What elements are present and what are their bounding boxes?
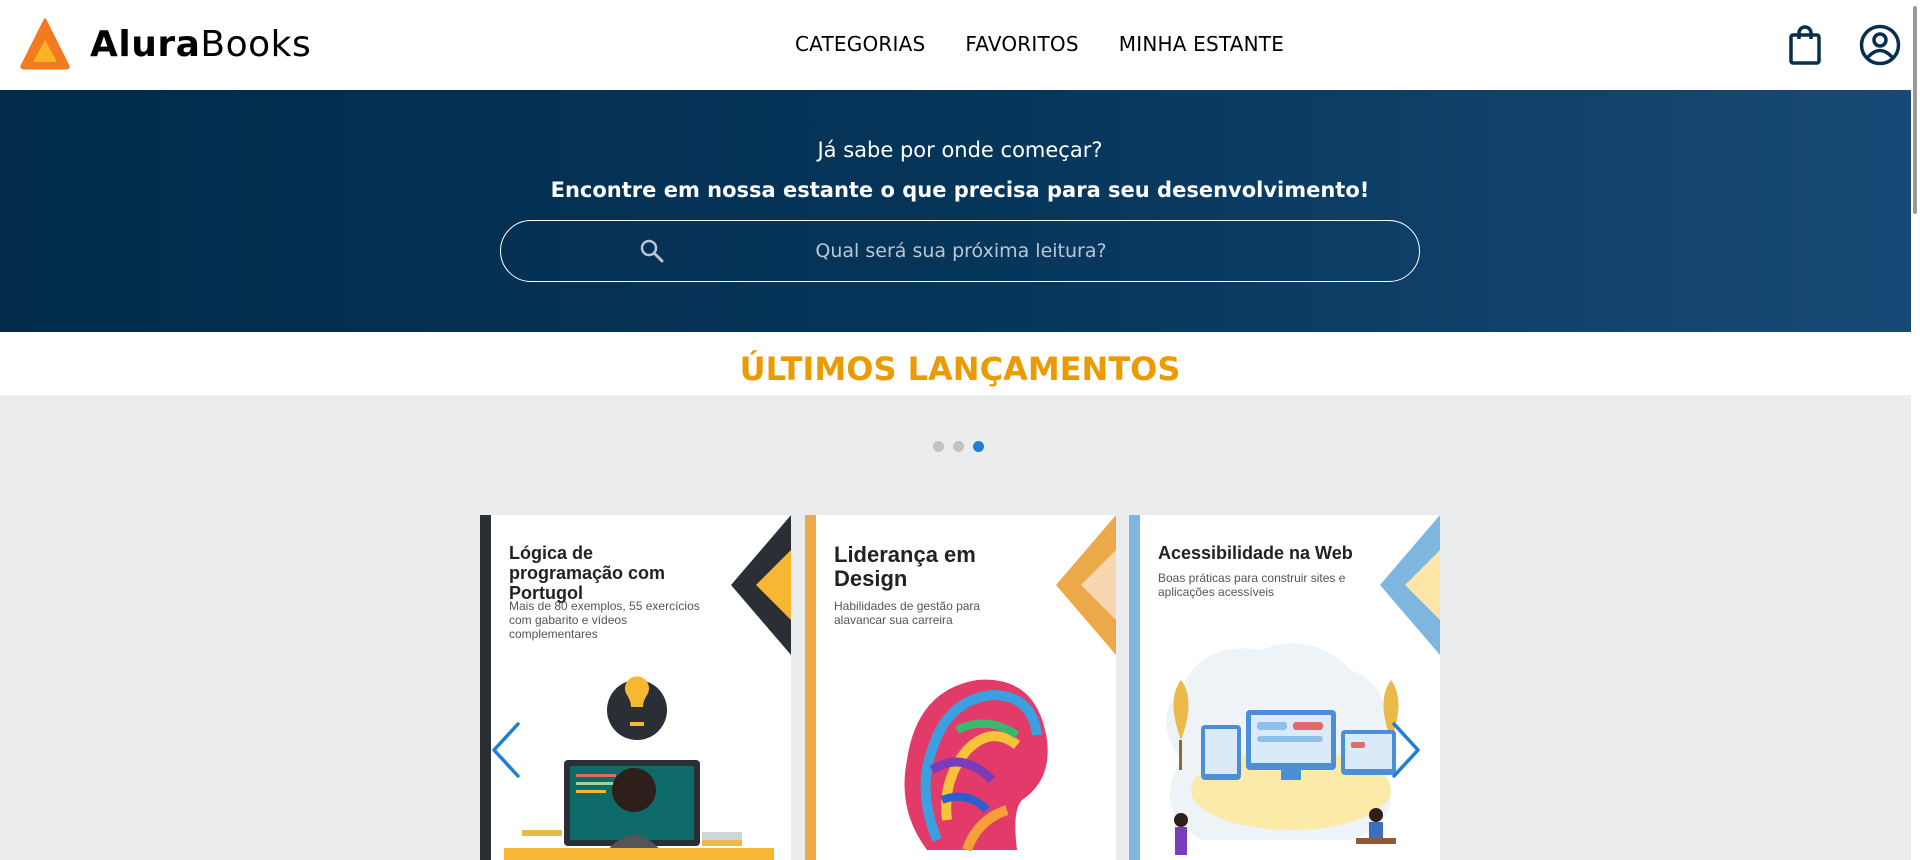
book-spine xyxy=(1129,515,1140,860)
logo-text: AluraBooks xyxy=(90,23,312,65)
carousel-dot[interactable] xyxy=(953,441,964,452)
book-card[interactable]: Acessibilidade na Web Boas práticas para… xyxy=(1129,515,1440,860)
book-description: Mais de 80 exemplos, 55 exercícios com g… xyxy=(509,599,700,641)
nav-categorias[interactable]: CATEGORIAS xyxy=(795,32,925,56)
book-title: Acessibilidade na Web xyxy=(1158,543,1353,563)
search-icon xyxy=(640,239,664,263)
search-bar[interactable] xyxy=(500,220,1420,282)
scrollbar[interactable] xyxy=(1911,0,1920,860)
main-nav: CATEGORIAS FAVORITOS MINHA ESTANTE xyxy=(795,32,1324,56)
user-icon[interactable] xyxy=(1858,20,1902,70)
carousel-dot[interactable] xyxy=(933,441,944,452)
carousel-prev-arrow-icon[interactable] xyxy=(488,720,524,780)
carousel-dot-active[interactable] xyxy=(973,441,984,452)
scrollbar-thumb[interactable] xyxy=(1913,6,1917,214)
nav-minha-estante[interactable]: MINHA ESTANTE xyxy=(1119,32,1284,56)
bag-icon[interactable] xyxy=(1783,20,1827,70)
logo-triangle-icon xyxy=(20,18,70,70)
hero-question: Já sabe por onde começar? xyxy=(817,138,1103,162)
book-title: Liderança em Design xyxy=(834,542,976,591)
search-input[interactable] xyxy=(681,231,1241,271)
book-spine xyxy=(805,515,816,860)
hero-banner: Já sabe por onde começar? Encontre em no… xyxy=(0,90,1920,332)
book-spine xyxy=(480,515,491,860)
book-description: Habilidades de gestão para alavancar sua… xyxy=(834,599,981,627)
carousel-next-arrow-icon[interactable] xyxy=(1388,720,1424,780)
colorful-head-illustration xyxy=(904,679,1048,852)
section-title: ÚLTIMOS LANÇAMENTOS xyxy=(739,350,1181,388)
hero-subtitle: Encontre em nossa estante o que precisa … xyxy=(550,178,1370,202)
section-header: ÚLTIMOS LANÇAMENTOS xyxy=(0,332,1920,395)
book-title: Lógica de programação com Portugol xyxy=(509,543,666,603)
nav-favoritos[interactable]: FAVORITOS xyxy=(965,32,1078,56)
carousel-dots xyxy=(933,441,984,452)
book-description: Boas práticas para construir sites e apl… xyxy=(1158,571,1346,599)
cover-chevron-icon xyxy=(731,515,791,655)
book-carousel: Lógica de programação com Portugol Mais … xyxy=(480,515,1440,860)
alurabooks-logo[interactable]: AluraBooks xyxy=(20,18,311,70)
book-card[interactable]: Lógica de programação com Portugol Mais … xyxy=(480,515,791,860)
programmer-illustration xyxy=(504,676,774,860)
header: AluraBooks CATEGORIAS FAVORITOS MINHA ES… xyxy=(0,0,1920,90)
cover-chevron-icon xyxy=(1056,515,1116,655)
book-card[interactable]: Liderança em Design Habilidades de gestã… xyxy=(805,515,1116,860)
